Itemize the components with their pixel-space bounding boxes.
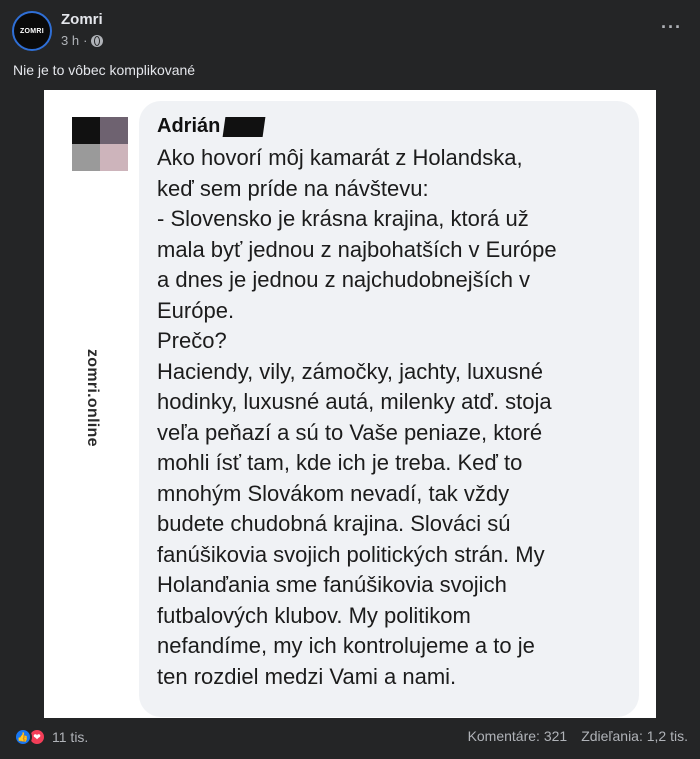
like-reaction-icon: 👍: [14, 728, 32, 746]
comment-bubble: Adrián Ako hovorí môj kamarát z Holandsk…: [139, 101, 639, 717]
page-avatar[interactable]: ZOMRI: [12, 11, 52, 51]
engagement-counts: Komentáre: 321 Zdieľania: 1,2 tis.: [468, 728, 688, 744]
reaction-count: 11 tis.: [52, 729, 89, 745]
meta-separator: ·: [83, 33, 88, 48]
watermark-text: zomri.online: [84, 349, 101, 447]
more-options-button[interactable]: ···: [661, 17, 682, 38]
comment-text: Ako hovorí môj kamarát z Holandska, keď …: [157, 145, 557, 689]
comment-author: Adrián: [157, 115, 221, 137]
post-caption: Nie je to vôbec komplikované: [13, 62, 196, 78]
shares-count-link[interactable]: Zdieľania: 1,2 tis.: [581, 728, 688, 744]
watermark: zomri.online: [82, 349, 102, 460]
comment-author-row: Adrián: [157, 115, 266, 138]
post-header: ZOMRI Zomri 3 h · ···: [0, 0, 700, 60]
redaction-bar: [222, 116, 266, 137]
post-image[interactable]: zomri.online Adrián Ako hovorí môj kamar…: [44, 90, 656, 718]
reactions-summary[interactable]: 👍 ❤ 11 tis.: [14, 728, 88, 746]
post-meta: 3 h ·: [61, 33, 104, 48]
post-footer: 👍 ❤ 11 tis. Komentáre: 321 Zdieľania: 1,…: [0, 718, 700, 759]
globe-icon: [91, 34, 104, 47]
avatar-logo-text: ZOMRI: [19, 27, 45, 35]
post-timestamp[interactable]: 3 h: [61, 33, 79, 48]
comments-count-link[interactable]: Komentáre: 321: [468, 728, 568, 744]
commenter-avatar: [72, 117, 128, 171]
page-name-link[interactable]: Zomri: [61, 11, 103, 28]
